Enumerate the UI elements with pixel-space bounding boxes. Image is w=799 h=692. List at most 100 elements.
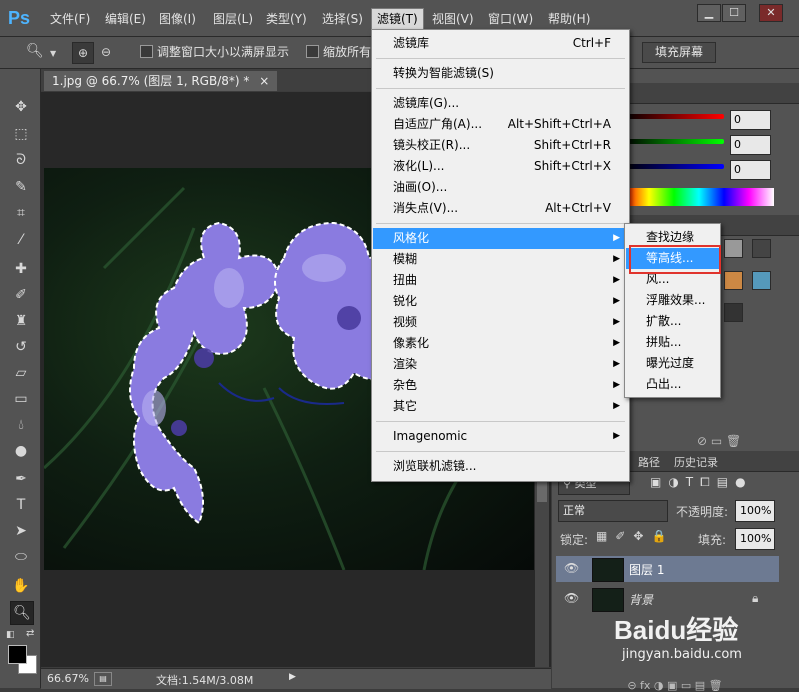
submenu-item-solarize[interactable]: 曝光过度 [626, 353, 719, 374]
layer-name[interactable]: 背景 [629, 591, 653, 608]
style-swatch[interactable] [724, 239, 743, 258]
swap-colors-icon[interactable]: ⇄ [26, 628, 34, 639]
hand-tool-icon[interactable]: ✋ [10, 575, 32, 597]
status-arrow-icon[interactable]: ▶ [289, 672, 296, 682]
menu-item-distort[interactable]: 扭曲 ▶ [373, 270, 628, 291]
layer-row[interactable]: 👁︎ 图层 1 [556, 556, 779, 582]
layer-filter-icons[interactable]: ▣◑T⧠▤● [650, 475, 753, 490]
tab-paths[interactable]: 路径 [638, 454, 660, 470]
zoom-all-checkbox[interactable] [306, 45, 319, 58]
menu-item-adaptive-wide-angle[interactable]: 自适应广角(A)... Alt+Shift+Ctrl+A [373, 114, 628, 135]
history-brush-tool-icon[interactable]: ↺ [10, 336, 32, 358]
status-menu-icon[interactable]: ▤ [94, 672, 112, 686]
menu-filter[interactable]: 滤镜(T) [371, 8, 424, 30]
blur-tool-icon[interactable]: 💧︎ [10, 414, 32, 436]
scrollbar-thumb[interactable] [537, 482, 547, 502]
brush-tool-icon[interactable]: ✐ [10, 284, 32, 306]
menu-help[interactable]: 帮助(H) [543, 9, 595, 29]
green-value[interactable]: 0 [730, 135, 771, 155]
menu-image[interactable]: 图像(I) [154, 9, 201, 29]
zoom-level[interactable]: 66.67% [47, 672, 89, 685]
style-swatch[interactable] [752, 271, 771, 290]
menu-file[interactable]: 文件(F) [45, 9, 95, 29]
menu-item-other[interactable]: 其它 ▶ [373, 396, 628, 417]
submenu-item-extrude[interactable]: 凸出... [626, 374, 719, 395]
layers-footer-icons[interactable]: ⊝ fx ◑ ▣ ▭ ▤ 🗑 [555, 679, 795, 692]
pen-tool-icon[interactable]: ✒ [10, 468, 32, 490]
green-slider[interactable] [624, 139, 724, 144]
styles-footer-icons[interactable]: ⊘ ▭ 🗑 [697, 434, 741, 448]
menu-item-vanishing-point[interactable]: 消失点(V)... Alt+Ctrl+V [373, 198, 628, 219]
menu-edit[interactable]: 编辑(E) [100, 9, 151, 29]
menu-item-blur[interactable]: 模糊 ▶ [373, 249, 628, 270]
document-tab[interactable]: 1.jpg @ 66.7% (图层 1, RGB/8*) * × [44, 71, 278, 91]
menu-layer[interactable]: 图层(L) [208, 9, 258, 29]
eyedropper-tool-icon[interactable]: ⁄ [10, 229, 32, 251]
opacity-input[interactable]: 100% [735, 500, 775, 522]
menu-item-sharpen[interactable]: 锐化 ▶ [373, 291, 628, 312]
eraser-tool-icon[interactable]: ▱ [10, 362, 32, 384]
menu-item-stylize[interactable]: 风格化 ▶ [373, 228, 628, 249]
menu-view[interactable]: 视图(V) [427, 9, 479, 29]
layer-name[interactable]: 图层 1 [629, 561, 664, 578]
style-swatch[interactable] [724, 303, 743, 322]
zoom-tool-icon[interactable]: 🔍︎ [10, 601, 34, 625]
resize-windows-checkbox[interactable] [140, 45, 153, 58]
eye-icon[interactable]: 👁︎ [564, 591, 579, 605]
shape-tool-icon[interactable]: ⬭ [10, 546, 32, 568]
menu-item-render[interactable]: 渲染 ▶ [373, 354, 628, 375]
foreground-color-swatch[interactable] [8, 645, 27, 664]
submenu-item-emboss[interactable]: 浮雕效果... [626, 290, 719, 311]
clone-stamp-tool-icon[interactable]: ♜ [10, 310, 32, 332]
path-select-tool-icon[interactable]: ➤ [10, 520, 32, 542]
menu-item-filter-gallery-last[interactable]: 滤镜库 Ctrl+F [373, 33, 628, 54]
close-window-button[interactable]: ✕ [759, 4, 783, 22]
layer-row[interactable]: 👁︎ 背景 🔒︎ [556, 586, 779, 612]
menu-type[interactable]: 类型(Y) [261, 9, 312, 29]
lasso-tool-icon[interactable]: ᘐ [10, 149, 32, 171]
menu-item-convert-smart-filter[interactable]: 转换为智能滤镜(S) [373, 63, 628, 84]
red-slider[interactable] [624, 114, 724, 119]
lock-icons[interactable]: ▦✐✥🔒 [596, 529, 674, 543]
menu-item-liquify[interactable]: 液化(L)... Shift+Ctrl+X [373, 156, 628, 177]
blue-slider[interactable] [624, 164, 724, 169]
menu-window[interactable]: 窗口(W) [483, 9, 538, 29]
style-swatch[interactable] [752, 239, 771, 258]
color-spectrum[interactable] [624, 188, 774, 206]
blue-value[interactable]: 0 [730, 160, 771, 180]
restore-button[interactable]: ☐ [722, 4, 746, 22]
close-tab-icon[interactable]: × [259, 74, 269, 88]
blend-mode-select[interactable]: 正常 [558, 500, 668, 522]
menu-item-lens-correction[interactable]: 镜头校正(R)... Shift+Ctrl+R [373, 135, 628, 156]
menu-item-imagenomic[interactable]: Imagenomic ▶ [373, 426, 628, 447]
menu-item-filter-gallery[interactable]: 滤镜库(G)... [373, 93, 628, 114]
fill-input[interactable]: 100% [735, 528, 775, 550]
crop-tool-icon[interactable]: ⌗ [10, 202, 32, 224]
move-tool-icon[interactable]: ✥ [10, 96, 32, 118]
menu-item-browse-filters-online[interactable]: 浏览联机滤镜... [373, 456, 628, 477]
tab-history[interactable]: 历史记录 [674, 454, 718, 470]
red-value[interactable]: 0 [730, 110, 771, 130]
submenu-item-tiles[interactable]: 拼贴... [626, 332, 719, 353]
menu-item-noise[interactable]: 杂色 ▶ [373, 375, 628, 396]
menu-item-oil-paint[interactable]: 油画(O)... [373, 177, 628, 198]
eye-icon[interactable]: 👁︎ [564, 561, 579, 575]
menu-select[interactable]: 选择(S) [317, 9, 368, 29]
menu-item-video[interactable]: 视频 ▶ [373, 312, 628, 333]
zoom-out-icon[interactable]: ⊖ [96, 42, 116, 62]
default-colors-icon[interactable]: ◧ [6, 630, 15, 640]
zoom-in-icon[interactable]: ⊕ [72, 42, 94, 64]
chevron-down-icon[interactable]: ▼ [50, 49, 56, 58]
marquee-tool-icon[interactable]: ⬚ [10, 123, 32, 145]
style-swatch[interactable] [724, 271, 743, 290]
menu-item-pixelate[interactable]: 像素化 ▶ [373, 333, 628, 354]
healing-brush-tool-icon[interactable]: ✚ [10, 258, 32, 280]
minimize-button[interactable]: ▁ [697, 4, 721, 22]
fill-screen-button[interactable]: 填充屏幕 [642, 42, 716, 63]
dodge-tool-icon[interactable]: ● [10, 440, 32, 462]
type-tool-icon[interactable]: T [10, 494, 32, 516]
gradient-tool-icon[interactable]: ▭ [10, 388, 32, 410]
quick-select-tool-icon[interactable]: ✎ [10, 176, 32, 198]
zoom-tool-icon[interactable]: 🔍︎ [26, 43, 44, 59]
submenu-item-diffuse[interactable]: 扩散... [626, 311, 719, 332]
